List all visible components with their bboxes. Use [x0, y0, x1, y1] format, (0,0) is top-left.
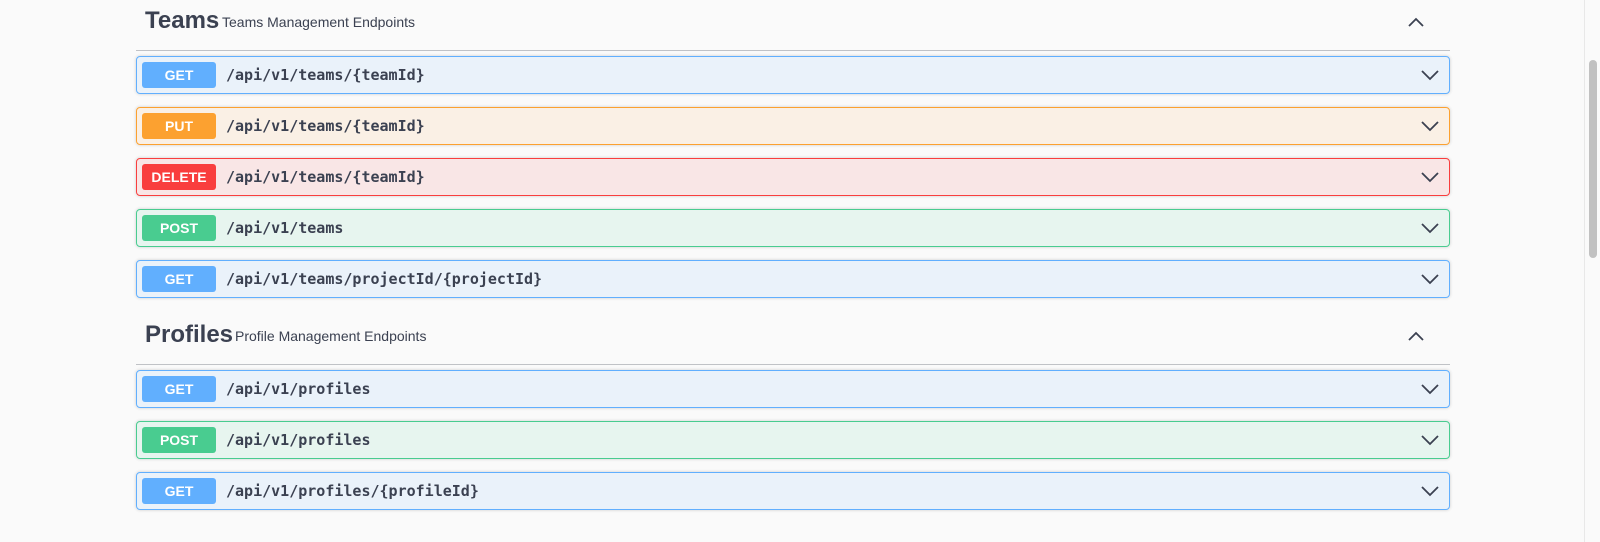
- operation-get-profile[interactable]: GET /api/v1/profiles/{profileId}: [136, 472, 1450, 510]
- chevron-down-icon[interactable]: [1419, 115, 1441, 137]
- operation-path: /api/v1/profiles: [226, 380, 371, 398]
- tag-description: Teams Management Endpoints: [222, 14, 415, 30]
- operation-path: /api/v1/teams: [226, 219, 344, 237]
- operation-path: /api/v1/teams/{teamId}: [226, 66, 425, 84]
- operation-get-profiles[interactable]: GET /api/v1/profiles: [136, 370, 1450, 408]
- method-badge: PUT: [142, 113, 216, 139]
- chevron-down-icon[interactable]: [1419, 268, 1441, 290]
- swagger-ui-page: Teams Teams Management Endpoints GET /ap…: [0, 0, 1584, 542]
- chevron-down-icon[interactable]: [1419, 217, 1441, 239]
- chevron-down-icon[interactable]: [1419, 480, 1441, 502]
- tag-header-teams[interactable]: Teams Teams Management Endpoints: [136, 0, 1450, 51]
- operation-put-team[interactable]: PUT /api/v1/teams/{teamId}: [136, 107, 1450, 145]
- tag-description: Profile Management Endpoints: [235, 328, 427, 344]
- tag-section-profiles: Profiles Profile Management Endpoints GE…: [136, 311, 1450, 510]
- operation-get-teams-by-project[interactable]: GET /api/v1/teams/projectId/{projectId}: [136, 260, 1450, 298]
- operation-path: /api/v1/profiles/{profileId}: [226, 482, 479, 500]
- operation-get-team[interactable]: GET /api/v1/teams/{teamId}: [136, 56, 1450, 94]
- method-badge: POST: [142, 215, 216, 241]
- operation-path: /api/v1/teams/projectId/{projectId}: [226, 270, 543, 288]
- operation-path: /api/v1/profiles: [226, 431, 371, 449]
- operation-delete-team[interactable]: DELETE /api/v1/teams/{teamId}: [136, 158, 1450, 196]
- method-badge: GET: [142, 478, 216, 504]
- method-badge: DELETE: [142, 164, 216, 190]
- method-badge: POST: [142, 427, 216, 453]
- method-badge: GET: [142, 376, 216, 402]
- operation-path: /api/v1/teams/{teamId}: [226, 168, 425, 186]
- tag-title: Teams: [145, 7, 220, 34]
- method-badge: GET: [142, 62, 216, 88]
- operations-container: Teams Teams Management Endpoints GET /ap…: [136, 0, 1450, 523]
- operation-post-team[interactable]: POST /api/v1/teams: [136, 209, 1450, 247]
- chevron-up-icon[interactable]: [1404, 11, 1428, 35]
- chevron-down-icon[interactable]: [1419, 429, 1441, 451]
- chevron-down-icon[interactable]: [1419, 64, 1441, 86]
- chevron-up-icon[interactable]: [1404, 325, 1428, 349]
- tag-section-teams: Teams Teams Management Endpoints GET /ap…: [136, 0, 1450, 298]
- method-badge: GET: [142, 266, 216, 292]
- operation-post-profile[interactable]: POST /api/v1/profiles: [136, 421, 1450, 459]
- tag-title: Profiles: [145, 321, 234, 348]
- scrollbar-thumb[interactable]: [1589, 60, 1597, 258]
- chevron-down-icon[interactable]: [1419, 166, 1441, 188]
- vertical-scrollbar[interactable]: [1584, 0, 1600, 542]
- tag-header-profiles[interactable]: Profiles Profile Management Endpoints: [136, 311, 1450, 365]
- chevron-down-icon[interactable]: [1419, 378, 1441, 400]
- operation-path: /api/v1/teams/{teamId}: [226, 117, 425, 135]
